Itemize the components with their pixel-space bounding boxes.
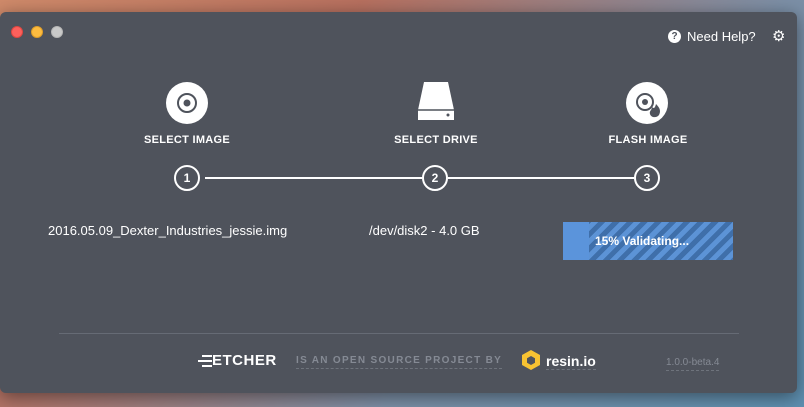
step-connector xyxy=(448,177,634,179)
version-link[interactable]: 1.0.0-beta.4 xyxy=(666,357,720,371)
tagline: IS AN OPEN SOURCE PROJECT BY xyxy=(296,355,503,369)
maximize-button[interactable] xyxy=(51,26,63,38)
select-image-button[interactable] xyxy=(166,82,208,124)
select-drive-button[interactable] xyxy=(416,80,456,124)
question-circle-icon: ? xyxy=(668,30,681,43)
gear-icon: ⚙ xyxy=(772,28,786,45)
etcher-logo-icon xyxy=(198,355,212,367)
flash-image-button[interactable] xyxy=(626,82,668,124)
app-window: ? Need Help? ⚙ SELECT IMAGE SELECT DRIVE… xyxy=(0,12,797,393)
step-label-select-image: SELECT IMAGE xyxy=(143,134,231,146)
selected-drive-name: /dev/disk2 - 4.0 GB xyxy=(369,223,480,238)
progress-label: 15% Validating... xyxy=(595,234,690,248)
step-number-3: 3 xyxy=(634,165,660,191)
need-help-label: Need Help? xyxy=(687,29,756,44)
selected-image-name: 2016.05.09_Dexter_Industries_jessie.img xyxy=(48,223,288,238)
step-number-2: 2 xyxy=(422,165,448,191)
settings-button[interactable]: ⚙ xyxy=(772,27,785,45)
minimize-button[interactable] xyxy=(31,26,43,38)
window-controls xyxy=(11,26,63,38)
step-label-select-drive: SELECT DRIVE xyxy=(394,134,478,146)
resin-logo-icon xyxy=(522,350,540,370)
etcher-logo[interactable]: ETCHER xyxy=(212,352,277,369)
need-help-link[interactable]: ? Need Help? xyxy=(668,29,756,44)
resin-link[interactable]: resin.io xyxy=(546,353,596,370)
step-number-1: 1 xyxy=(174,165,200,191)
disc-icon xyxy=(177,93,197,113)
progress-fill xyxy=(563,222,589,260)
close-button[interactable] xyxy=(11,26,23,38)
flash-progress-button[interactable]: 15% Validating... xyxy=(563,222,733,260)
footer-divider xyxy=(59,333,739,334)
drive-icon xyxy=(418,82,454,120)
flash-disc-icon xyxy=(636,93,660,118)
step-label-flash-image: FLASH IMAGE xyxy=(608,134,688,146)
step-connector xyxy=(205,177,422,179)
